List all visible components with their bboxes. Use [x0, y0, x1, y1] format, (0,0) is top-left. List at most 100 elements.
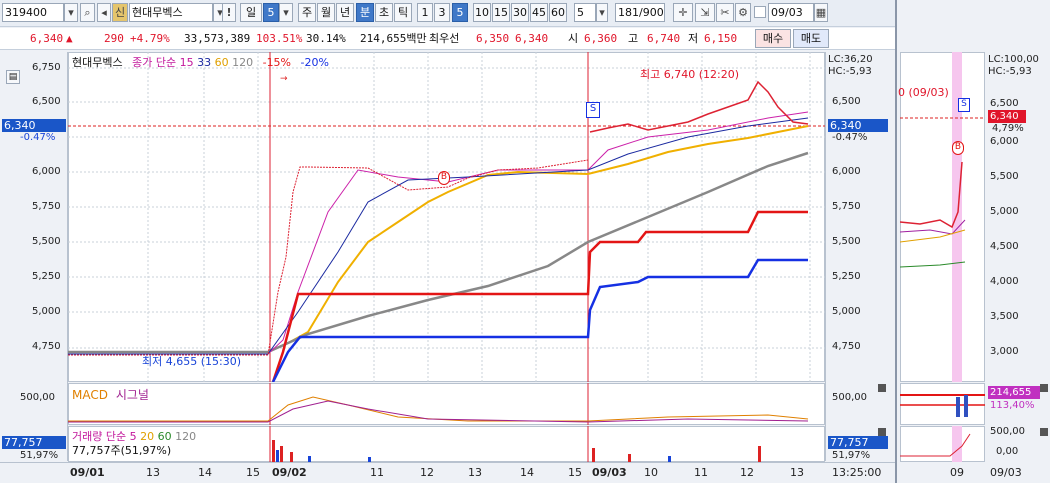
side-svg [900, 52, 985, 382]
y-tick: 6,750 [32, 62, 61, 73]
x-tick: 13 [468, 466, 482, 479]
change-amount: 290 [104, 32, 124, 45]
period-value[interactable]: 5 [263, 3, 279, 22]
macd-svg [68, 383, 809, 425]
search-icon[interactable]: ⌕ [80, 3, 95, 22]
crosshair-icon[interactable]: ✛ [673, 3, 693, 22]
minute-5-button[interactable]: 5 [452, 3, 468, 22]
date-input[interactable]: 09/03 [768, 3, 814, 22]
y-tick: 5,500 [32, 236, 61, 247]
legend-env15: -15% [262, 56, 292, 69]
ma33-line [68, 117, 809, 355]
y-tick: 5,000 [32, 306, 61, 317]
grid-icon[interactable]: ▤ [6, 70, 20, 84]
buy-signal-icon[interactable]: B [438, 171, 450, 185]
company-name-field[interactable]: 현대무벡스 [129, 3, 213, 22]
close-icon[interactable] [1040, 384, 1048, 392]
dropdown-arrow-icon[interactable]: ▾ [279, 3, 293, 22]
macd-tick: 500,00 [832, 392, 867, 403]
stock-code-input[interactable]: 319400 [2, 3, 64, 22]
tab-month[interactable]: 월 [317, 3, 335, 22]
side-y-tick: 3,500 [990, 311, 1019, 322]
price-chart-svg: → [68, 52, 825, 382]
minute-60-button[interactable]: 60 [549, 3, 567, 22]
credit-badge-icon: 신 [112, 3, 128, 22]
y-tick: 5,750 [32, 201, 61, 212]
x-tick: 09/03 [592, 466, 627, 479]
ma120-line [68, 151, 809, 354]
y-tick: 5,000 [832, 306, 861, 317]
volume-tag: 77,757 [828, 436, 888, 449]
calendar-icon[interactable]: ▦ [814, 3, 828, 22]
side-rate: 4,79% [992, 123, 1024, 134]
buy-button[interactable]: 매수 [755, 29, 791, 48]
low-price: 6,150 [704, 32, 738, 45]
y-tick: 6,500 [832, 96, 861, 107]
lc-label: LC:36,20 [828, 54, 873, 65]
envelope-15-line [271, 210, 808, 382]
legend-env20: -20% [300, 56, 329, 69]
buy-signal-icon[interactable]: B [952, 141, 964, 155]
macd-tick: 500,00 [20, 392, 55, 403]
current-rate: -0.47% [20, 132, 56, 143]
legend-ma33: 33 [197, 56, 212, 69]
y-tick: 6,500 [32, 96, 61, 107]
toolbar: 319400 ▾ ⌕ ◂ 신 현대무벡스 ▾ ! 일 5 ▾ 주 월 년 분 초… [0, 0, 1050, 27]
tab-year[interactable]: 년 [336, 3, 354, 22]
sell-signal-icon[interactable]: S [586, 102, 600, 118]
minute-10-button[interactable]: 10 [473, 3, 491, 22]
period-day-button[interactable]: 일 [240, 3, 262, 22]
tools-icon[interactable]: ✂ [716, 3, 734, 22]
ma60-line [68, 125, 809, 353]
tab-week[interactable]: 주 [298, 3, 316, 22]
close-icon[interactable] [878, 384, 886, 392]
tab-tick[interactable]: 틱 [394, 3, 412, 22]
count-input[interactable]: 5 [574, 3, 596, 22]
x-tick: 15 [568, 466, 582, 479]
side-hc: HC:-5,93 [988, 66, 1032, 77]
change-rate: +4.79% [130, 32, 170, 45]
y-tick: 4,750 [32, 341, 61, 352]
y-tick: 5,250 [832, 271, 861, 282]
minute-3-button[interactable]: 3 [434, 3, 450, 22]
minute-1-button[interactable]: 1 [417, 3, 433, 22]
side-y-tick: 6,000 [990, 136, 1019, 147]
x-tick: 12 [740, 466, 754, 479]
close-icon[interactable] [878, 428, 886, 436]
quote-bar: 6,340 ▲ 290 +4.79% 33,573,389 103.51% 30… [0, 28, 1050, 50]
tab-second[interactable]: 초 [375, 3, 393, 22]
minute-30-button[interactable]: 30 [511, 3, 529, 22]
side-y-tick: 6,500 [990, 98, 1019, 109]
candles-day2 [68, 159, 589, 356]
zoom-icon[interactable]: ⇲ [695, 3, 715, 22]
close-icon[interactable] [1040, 428, 1048, 436]
volume-tag: 77,757 [2, 436, 66, 449]
side-macd-tag2: 113,40% [990, 400, 1035, 411]
dropdown-arrow-icon[interactable]: ▾ [596, 3, 608, 22]
date-checkbox[interactable] [754, 6, 766, 18]
alert-icon[interactable]: ! [222, 3, 236, 22]
sell-signal-icon[interactable]: S [958, 98, 970, 112]
speaker-icon[interactable]: ◂ [97, 3, 111, 22]
macd-label: MACD [72, 388, 108, 402]
y-tick: 4,750 [832, 341, 861, 352]
volume-ratio: 103.51% [256, 32, 303, 45]
sell-button[interactable]: 매도 [793, 29, 829, 48]
x-tick: 13 [790, 466, 804, 479]
dropdown-arrow-icon[interactable]: ▾ [64, 3, 78, 22]
x-tick: 14 [198, 466, 212, 479]
candles-day3 [589, 80, 809, 133]
minute-45-button[interactable]: 45 [530, 3, 548, 22]
side-macd-tag: 214,655 [988, 386, 1040, 399]
minute-15-button[interactable]: 15 [492, 3, 510, 22]
side-y-tick: 4,500 [990, 241, 1019, 252]
x-tick: 11 [694, 466, 708, 479]
y-tick: 5,750 [832, 201, 861, 212]
hc-label: HC:-5,93 [828, 66, 872, 77]
x-tick: 09/01 [70, 466, 105, 479]
gear-icon[interactable]: ⚙ [735, 3, 751, 22]
open-label: 시 [568, 32, 579, 45]
side-y-tick: 3,000 [990, 346, 1019, 357]
tab-minute[interactable]: 분 [356, 3, 374, 22]
best-quote-label: 최우선 [429, 32, 460, 45]
